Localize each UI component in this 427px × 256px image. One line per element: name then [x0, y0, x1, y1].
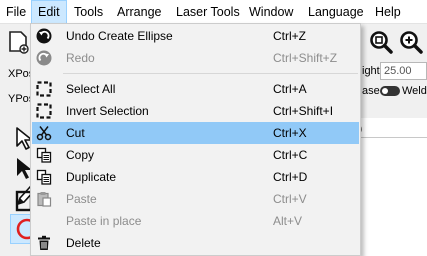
- menu-item-label: Select All: [66, 82, 116, 96]
- menu-tools[interactable]: Tools: [68, 0, 109, 24]
- menu-item-cut[interactable]: Cut Ctrl+X: [32, 122, 359, 144]
- copy-icon: [36, 147, 52, 163]
- menu-window[interactable]: Window: [243, 0, 299, 24]
- menu-item-shortcut: Ctrl+C: [273, 148, 308, 162]
- menu-separator: [63, 73, 358, 74]
- menu-item-delete[interactable]: Delete: [32, 232, 359, 254]
- paste-icon: [36, 191, 52, 207]
- menu-item-shortcut: Ctrl+Z: [273, 29, 306, 43]
- menu-item-redo[interactable]: Redo Ctrl+Shift+Z: [32, 47, 359, 69]
- menu-item-select-all[interactable]: Select All Ctrl+A: [32, 78, 359, 100]
- menu-item-shortcut: Ctrl+V: [273, 192, 307, 206]
- menu-arrange[interactable]: Arrange: [111, 0, 167, 24]
- duplicate-icon: [36, 169, 52, 185]
- menu-item-shortcut: Ctrl+A: [273, 82, 307, 96]
- menu-item-label: Copy: [66, 148, 95, 162]
- redo-icon: [36, 50, 52, 66]
- menu-item-label: Undo Create Ellipse: [66, 29, 173, 43]
- height-label: ight: [362, 65, 380, 77]
- menu-item-undo[interactable]: Undo Create Ellipse Ctrl+Z: [32, 25, 359, 47]
- menu-laser-tools[interactable]: Laser Tools: [170, 0, 246, 24]
- menu-item-shortcut: Alt+V: [273, 214, 303, 228]
- menu-item-label: Paste: [66, 192, 97, 206]
- menu-item-shortcut: Ctrl+Shift+Z: [273, 51, 338, 65]
- menu-bar: File Edit Tools Arrange Laser Tools Wind…: [0, 0, 427, 24]
- menu-item-label: Invert Selection: [66, 104, 149, 118]
- trash-icon: [36, 235, 52, 251]
- menu-item-paste-in-place[interactable]: Paste in place Alt+V: [32, 210, 359, 232]
- menu-item-label: Delete: [66, 236, 101, 250]
- scissors-icon: [36, 125, 52, 141]
- weld-label: Welde: [402, 85, 427, 97]
- zoom-in-icon[interactable]: [398, 29, 424, 55]
- menu-item-shortcut: Ctrl+D: [273, 170, 308, 184]
- invert-selection-icon: [36, 103, 52, 119]
- menu-item-invert-selection[interactable]: Invert Selection Ctrl+Shift+I: [32, 100, 359, 122]
- menu-item-shortcut: Ctrl+Shift+I: [273, 104, 334, 118]
- zoom-fit-icon[interactable]: [368, 29, 394, 55]
- menu-item-shortcut: Ctrl+X: [273, 126, 307, 140]
- select-all-icon: [36, 81, 52, 97]
- height-field[interactable]: 25.00: [380, 62, 427, 80]
- menu-item-paste[interactable]: Paste Ctrl+V: [32, 188, 359, 210]
- edit-menu-dropdown: Undo Create Ellipse Ctrl+Z Redo Ctrl+Shi…: [30, 23, 361, 256]
- weld-toggle[interactable]: [380, 86, 400, 96]
- menu-item-label: Cut: [66, 126, 85, 140]
- new-file-icon[interactable]: [6, 29, 32, 55]
- menu-item-label: Paste in place: [66, 214, 142, 228]
- menu-edit[interactable]: Edit: [31, 0, 67, 24]
- menu-language[interactable]: Language: [302, 0, 370, 24]
- menu-item-copy[interactable]: Copy Ctrl+C: [32, 144, 359, 166]
- menu-item-label: Redo: [66, 51, 95, 65]
- ease-label: ase: [362, 85, 380, 97]
- undo-icon: [36, 28, 52, 44]
- menu-help[interactable]: Help: [369, 0, 407, 24]
- menu-item-duplicate[interactable]: Duplicate Ctrl+D: [32, 166, 359, 188]
- menu-file[interactable]: File: [0, 0, 32, 24]
- menu-item-label: Duplicate: [66, 170, 117, 184]
